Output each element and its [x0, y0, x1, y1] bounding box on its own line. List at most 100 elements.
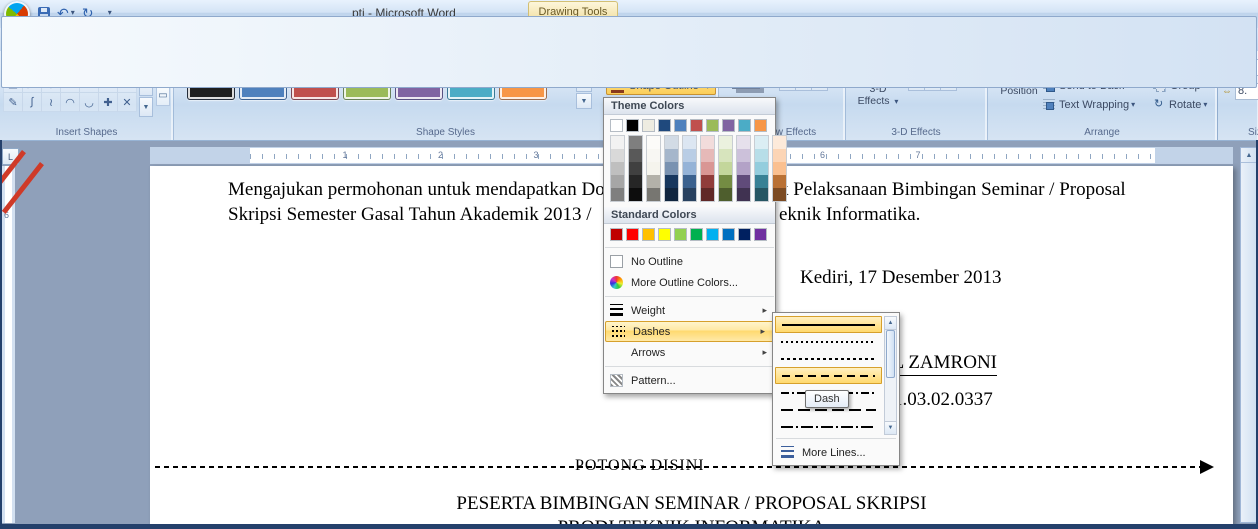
more-lines-item[interactable]: More Lines...	[775, 442, 897, 463]
theme-shade-2-3[interactable]	[647, 175, 660, 188]
theme-color-7[interactable]	[722, 119, 735, 132]
scroll-down-icon[interactable]: ▼	[885, 421, 896, 434]
theme-shade-3-1[interactable]	[665, 149, 678, 162]
theme-shade-5-3[interactable]	[701, 175, 714, 188]
theme-shade-2-4[interactable]	[647, 188, 660, 201]
theme-shade-6-0[interactable]	[719, 136, 732, 149]
dash-style-dash[interactable]	[775, 367, 882, 384]
standard-color-8[interactable]	[738, 228, 751, 241]
shape-16-icon[interactable]: ≀	[41, 92, 61, 112]
shape-14-icon[interactable]: ✎	[3, 92, 23, 112]
theme-color-2[interactable]	[642, 119, 655, 132]
theme-shade-8-0[interactable]	[755, 136, 768, 149]
theme-color-9[interactable]	[754, 119, 767, 132]
standard-color-3[interactable]	[658, 228, 671, 241]
dash-list-scrollbar[interactable]: ▲ ▼	[884, 316, 897, 435]
arrange-rotate-button[interactable]: Rotate▾	[1153, 95, 1213, 114]
shape-20-icon[interactable]: ✕	[117, 92, 137, 112]
theme-shade-7-0[interactable]	[737, 136, 750, 149]
theme-shade-3-0[interactable]	[665, 136, 678, 149]
theme-shade-2-1[interactable]	[647, 149, 660, 162]
scroll-up-icon[interactable]: ▲	[1241, 148, 1257, 163]
scroll-up-icon[interactable]: ▲	[885, 317, 896, 330]
theme-shade-1-4[interactable]	[629, 188, 642, 201]
theme-shade-1-1[interactable]	[629, 149, 642, 162]
theme-color-4[interactable]	[674, 119, 687, 132]
theme-shade-0-2[interactable]	[611, 162, 624, 175]
theme-shade-4-1[interactable]	[683, 149, 696, 162]
theme-shade-9-0[interactable]	[773, 136, 786, 149]
theme-color-5[interactable]	[690, 119, 703, 132]
standard-color-4[interactable]	[674, 228, 687, 241]
gallery-more-icon[interactable]: ▼	[139, 97, 153, 117]
theme-shade-5-1[interactable]	[701, 149, 714, 162]
menu-item-weight[interactable]: Weight ▸	[604, 300, 775, 321]
theme-shade-5-0[interactable]	[701, 136, 714, 149]
menu-item-arrows[interactable]: Arrows ▸	[604, 342, 775, 363]
theme-shade-6-3[interactable]	[719, 175, 732, 188]
theme-shade-4-3[interactable]	[683, 175, 696, 188]
theme-shade-8-2[interactable]	[755, 162, 768, 175]
theme-shade-9-1[interactable]	[773, 149, 786, 162]
theme-shade-9-4[interactable]	[773, 188, 786, 201]
tab-stop-selector[interactable]: L	[2, 148, 19, 165]
theme-shade-6-4[interactable]	[719, 188, 732, 201]
theme-shade-3-4[interactable]	[665, 188, 678, 201]
theme-shade-7-1[interactable]	[737, 149, 750, 162]
theme-shade-0-4[interactable]	[611, 188, 624, 201]
theme-shade-1-3[interactable]	[629, 175, 642, 188]
theme-shade-7-2[interactable]	[737, 162, 750, 175]
theme-color-3[interactable]	[658, 119, 671, 132]
theme-shade-2-0[interactable]	[647, 136, 660, 149]
theme-shade-6-2[interactable]	[719, 162, 732, 175]
standard-color-0[interactable]	[610, 228, 623, 241]
scrollbar-thumb[interactable]	[1, 16, 1257, 88]
standard-color-5[interactable]	[690, 228, 703, 241]
standard-color-6[interactable]	[706, 228, 719, 241]
dash-style-round-dot[interactable]	[775, 333, 882, 350]
theme-shade-0-1[interactable]	[611, 149, 624, 162]
standard-color-2[interactable]	[642, 228, 655, 241]
theme-shade-7-3[interactable]	[737, 175, 750, 188]
vertical-ruler[interactable]: 6	[2, 166, 15, 523]
theme-shade-5-2[interactable]	[701, 162, 714, 175]
theme-shade-8-3[interactable]	[755, 175, 768, 188]
theme-shade-2-2[interactable]	[647, 162, 660, 175]
theme-color-8[interactable]	[738, 119, 751, 132]
theme-shade-1-0[interactable]	[629, 136, 642, 149]
theme-shade-6-1[interactable]	[719, 149, 732, 162]
shape-15-icon[interactable]: ∫	[22, 92, 42, 112]
dash-style-solid[interactable]	[775, 316, 882, 333]
theme-shade-1-2[interactable]	[629, 162, 642, 175]
theme-shade-0-0[interactable]	[611, 136, 624, 149]
dash-style-long-dash-dot[interactable]	[775, 418, 882, 435]
theme-shade-0-3[interactable]	[611, 175, 624, 188]
theme-shade-5-4[interactable]	[701, 188, 714, 201]
theme-shade-4-0[interactable]	[683, 136, 696, 149]
theme-color-6[interactable]	[706, 119, 719, 132]
theme-shade-9-3[interactable]	[773, 175, 786, 188]
styles-more-icon[interactable]: ▼	[576, 93, 592, 109]
theme-shade-3-3[interactable]	[665, 175, 678, 188]
menu-item-no-outline[interactable]: No Outline	[604, 251, 775, 272]
shape-17-icon[interactable]: ◠	[60, 92, 80, 112]
standard-color-1[interactable]	[626, 228, 639, 241]
shape-18-icon[interactable]: ◡	[79, 92, 99, 112]
menu-item-pattern[interactable]: Pattern...	[604, 370, 775, 391]
menu-item-dashes[interactable]: Dashes ▸	[605, 321, 774, 342]
arrange-text-wrapping-button[interactable]: Text Wrapping ▾	[1043, 95, 1161, 114]
scrollbar-thumb[interactable]	[886, 330, 895, 378]
theme-shade-8-4[interactable]	[755, 188, 768, 201]
theme-shade-8-1[interactable]	[755, 149, 768, 162]
dash-style-square-dot[interactable]	[775, 350, 882, 367]
theme-shade-3-2[interactable]	[665, 162, 678, 175]
standard-color-9[interactable]	[754, 228, 767, 241]
theme-color-1[interactable]	[626, 119, 639, 132]
menu-item-more-outline-colors[interactable]: More Outline Colors...	[604, 272, 775, 293]
shape-19-icon[interactable]: ✚	[98, 92, 118, 112]
theme-shade-4-2[interactable]	[683, 162, 696, 175]
theme-shade-7-4[interactable]	[737, 188, 750, 201]
theme-shade-4-4[interactable]	[683, 188, 696, 201]
theme-color-0[interactable]	[610, 119, 623, 132]
theme-shade-9-2[interactable]	[773, 162, 786, 175]
